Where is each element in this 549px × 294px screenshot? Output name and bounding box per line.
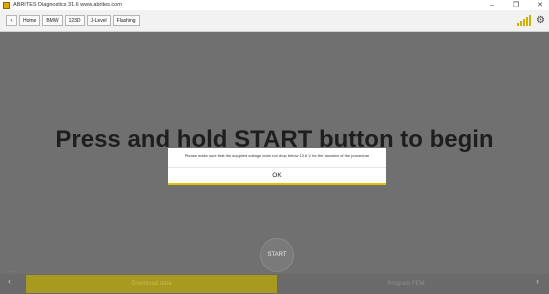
- breadcrumb-bmw[interactable]: BMW: [42, 15, 63, 26]
- step-program-fem[interactable]: Program FEM: [281, 275, 531, 293]
- breadcrumb-jlevel[interactable]: J-Level: [86, 15, 111, 26]
- close-button[interactable]: ✕: [535, 1, 545, 9]
- dialog-ok-button[interactable]: OK: [168, 169, 386, 182]
- voltage-warning-dialog: Please make sure that the supplied volta…: [168, 148, 386, 185]
- signal-strength-icon: [517, 15, 531, 26]
- gear-icon[interactable]: ⚙: [536, 15, 545, 26]
- breadcrumb-flashing[interactable]: Flashing: [112, 15, 140, 26]
- previous-step-arrow-icon[interactable]: ‹: [8, 276, 11, 286]
- app-logo-icon: [3, 1, 10, 9]
- dialog-message: Please make sure that the supplied volta…: [184, 153, 370, 158]
- back-button[interactable]: ‹: [6, 15, 17, 26]
- breadcrumb-123d[interactable]: 123D: [64, 15, 85, 26]
- minimize-button[interactable]: –: [487, 2, 497, 9]
- window-title: ABRITES Diagnostics 31.6 www.abrites.com: [13, 2, 122, 8]
- window-controls: – ❐ ✕: [487, 0, 545, 10]
- start-button-label: START: [267, 252, 287, 258]
- breadcrumb-home[interactable]: Home: [19, 15, 41, 26]
- next-step-arrow-icon[interactable]: ›: [536, 276, 539, 286]
- maximize-button[interactable]: ❐: [511, 1, 521, 9]
- step-navigation-bar: ‹ Download data Program FEM ›: [0, 274, 549, 294]
- dialog-divider: [168, 167, 386, 168]
- title-bar: ABRITES Diagnostics 31.6 www.abrites.com…: [0, 0, 549, 10]
- step-download-data[interactable]: Download data: [26, 275, 277, 293]
- toolbar: ‹ Home BMW 123D J-Level Flashing ⚙: [0, 10, 549, 32]
- start-button[interactable]: START: [260, 238, 294, 272]
